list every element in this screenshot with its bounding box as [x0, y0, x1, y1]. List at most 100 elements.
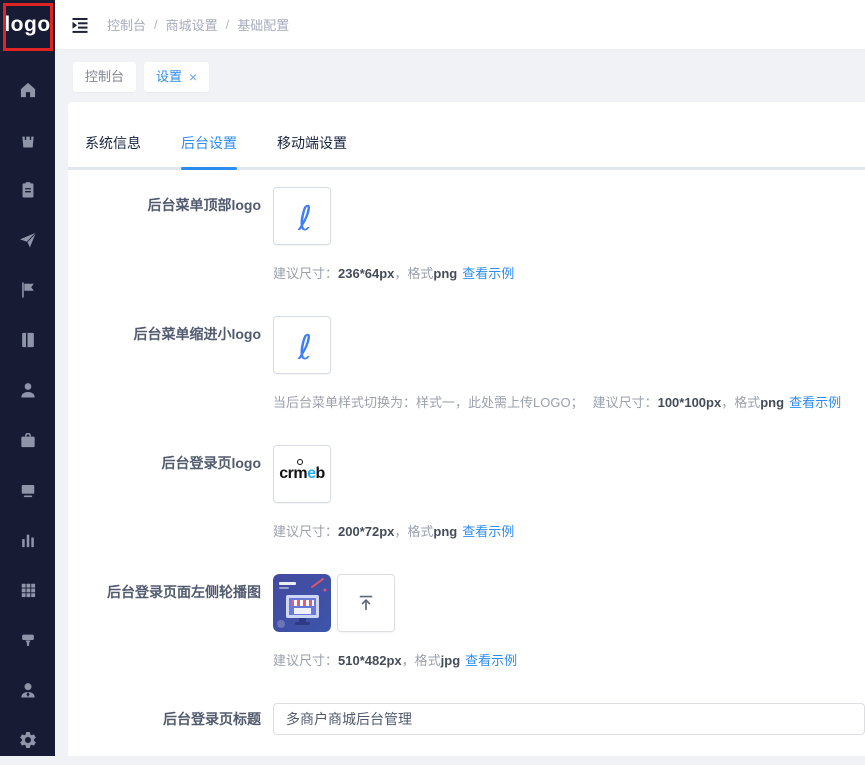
hint-text: 建议尺寸：: [593, 395, 658, 410]
crmeb-logo-m: m: [293, 465, 307, 483]
hint-format: jpg: [441, 653, 461, 668]
send-icon: [18, 230, 38, 250]
sidebar-item-merchants[interactable]: [0, 415, 55, 465]
view-example-link[interactable]: 查看示例: [462, 524, 514, 539]
breadcrumb: 控制台 / 商城设置 / 基础配置: [107, 15, 289, 34]
logo-mark: ℓ: [298, 331, 312, 365]
sidebar-item-staff[interactable]: [0, 665, 55, 715]
hint-text: 建议尺寸：: [273, 524, 338, 539]
sidebar-item-home[interactable]: [0, 65, 55, 115]
upload-box-menu-top-logo[interactable]: ℓ: [273, 187, 331, 245]
bar-chart-icon: [18, 530, 38, 550]
tab-admin-settings[interactable]: 后台设置: [181, 133, 237, 167]
hint-format: png: [433, 524, 457, 539]
hint-size: 510*482px: [338, 653, 402, 668]
upload-box-login-logo[interactable]: crmeb: [273, 445, 331, 503]
menu-fold-icon: [70, 15, 90, 35]
brush-icon: [18, 630, 38, 650]
hint-text: ，格式: [721, 395, 760, 410]
breadcrumb-item-console[interactable]: 控制台: [107, 15, 146, 34]
home-icon: [18, 80, 38, 100]
page-tab-settings[interactable]: 设置 ×: [144, 62, 209, 92]
sidebar-item-decoration[interactable]: [0, 615, 55, 665]
crmeb-logo-b: b: [315, 465, 324, 483]
hint-text: 建议尺寸：: [273, 653, 338, 668]
user-group-icon: [18, 680, 38, 700]
crmeb-logo: crmeb: [279, 465, 325, 483]
sidebar-item-statistics[interactable]: [0, 515, 55, 565]
page-tab-console[interactable]: 控制台: [73, 62, 136, 92]
logo-mark: ℓ: [298, 202, 312, 236]
bag-icon: [18, 130, 38, 150]
briefcase-icon: [18, 430, 38, 450]
tab-system-info[interactable]: 系统信息: [85, 133, 141, 167]
page-tab-label: 控制台: [85, 62, 124, 92]
form-row-login-title: 后台登录页标题: [68, 703, 865, 735]
hint-size: 200*72px: [338, 524, 394, 539]
upload-icon: [355, 592, 377, 614]
flag-icon: [18, 280, 38, 300]
hint-text: ，格式: [402, 653, 441, 668]
collapse-menu-button[interactable]: [70, 15, 90, 35]
breadcrumb-separator: /: [154, 17, 158, 32]
upload-box-menu-small-logo[interactable]: ℓ: [273, 316, 331, 374]
sidebar-item-orders[interactable]: [0, 165, 55, 215]
field-hint: 建议尺寸：236*64px，格式png 查看示例: [273, 265, 865, 283]
field-label: 后台菜单顶部logo: [68, 187, 273, 283]
hint-size: 100*100px: [658, 395, 722, 410]
sidebar-item-articles[interactable]: [0, 315, 55, 365]
field-hint: 当后台菜单样式切换为：样式一，此处需上传LOGO； 建议尺寸：100*100px，…: [273, 394, 865, 412]
sidebar-item-store[interactable]: [0, 465, 55, 515]
tab-mobile-settings[interactable]: 移动端设置: [277, 133, 347, 167]
breadcrumb-separator: /: [226, 17, 230, 32]
upload-button[interactable]: [337, 574, 395, 632]
field-label: 后台登录页logo: [68, 445, 273, 541]
field-hint: 建议尺寸：510*482px，格式jpg 查看示例: [273, 652, 865, 670]
hint-size: 236*64px: [338, 266, 394, 281]
sidebar-item-settings[interactable]: [0, 715, 55, 765]
breadcrumb-item-mall-settings[interactable]: 商城设置: [166, 15, 218, 34]
field-hint: 建议尺寸：200*72px，格式png 查看示例: [273, 523, 865, 541]
settings-card: 系统信息 后台设置 移动端设置 后台菜单顶部logo ℓ 建议尺寸：236*64…: [68, 102, 865, 756]
settings-tabs: 系统信息 后台设置 移动端设置: [68, 102, 865, 170]
app-logo: logo: [0, 0, 55, 50]
sidebar-item-products[interactable]: [0, 115, 55, 165]
admin-settings-form: 后台菜单顶部logo ℓ 建议尺寸：236*64px，格式png查看示例 后台菜…: [68, 170, 865, 735]
book-icon: [18, 330, 38, 350]
grid-icon: [18, 580, 38, 600]
sidebar-item-promotion[interactable]: [0, 215, 55, 265]
view-example-link[interactable]: 查看示例: [465, 653, 517, 668]
field-label: 后台登录页面左侧轮播图: [68, 574, 273, 670]
field-label: 后台登录页标题: [68, 703, 273, 735]
sidebar-item-marketing[interactable]: [0, 265, 55, 315]
user-icon: [18, 380, 38, 400]
form-row-menu-small-logo: 后台菜单缩进小logo ℓ 当后台菜单样式切换为：样式一，此处需上传LOGO； 建…: [68, 316, 865, 412]
sidebar: logo: [0, 0, 55, 756]
clipboard-icon: [18, 180, 38, 200]
kiosk-icon: [18, 480, 38, 500]
hint-format: png: [433, 266, 457, 281]
close-icon[interactable]: ×: [189, 70, 197, 84]
top-header: 控制台 / 商城设置 / 基础配置: [55, 0, 865, 50]
gear-icon: [18, 730, 38, 750]
carousel-thumbnail[interactable]: [273, 574, 331, 632]
form-row-login-logo: 后台登录页logo crmeb 建议尺寸：200*72px，格式png 查看示例: [68, 445, 865, 541]
hint-format: png: [760, 395, 784, 410]
sidebar-nav: [0, 65, 55, 765]
hint-text: ，格式: [394, 266, 433, 281]
carousel-illustration: [273, 574, 331, 632]
page-tab-label: 设置: [156, 62, 182, 92]
form-row-login-carousel: 后台登录页面左侧轮播图: [68, 574, 865, 670]
view-example-link[interactable]: 查看示例: [462, 266, 514, 281]
hint-text: 建议尺寸：: [273, 266, 338, 281]
hint-text: ，格式: [394, 524, 433, 539]
breadcrumb-item-basic-config: 基础配置: [237, 15, 289, 34]
field-label: 后台菜单缩进小logo: [68, 316, 273, 412]
sidebar-item-users[interactable]: [0, 365, 55, 415]
crmeb-logo-letters: cr: [279, 465, 293, 483]
login-title-input[interactable]: [273, 703, 865, 735]
form-row-menu-top-logo: 后台菜单顶部logo ℓ 建议尺寸：236*64px，格式png 查看示例: [68, 187, 865, 283]
view-example-link[interactable]: 查看示例: [789, 395, 841, 410]
hint-precondition: 当后台菜单样式切换为：样式一，此处需上传LOGO；: [273, 395, 584, 410]
sidebar-item-apps[interactable]: [0, 565, 55, 615]
